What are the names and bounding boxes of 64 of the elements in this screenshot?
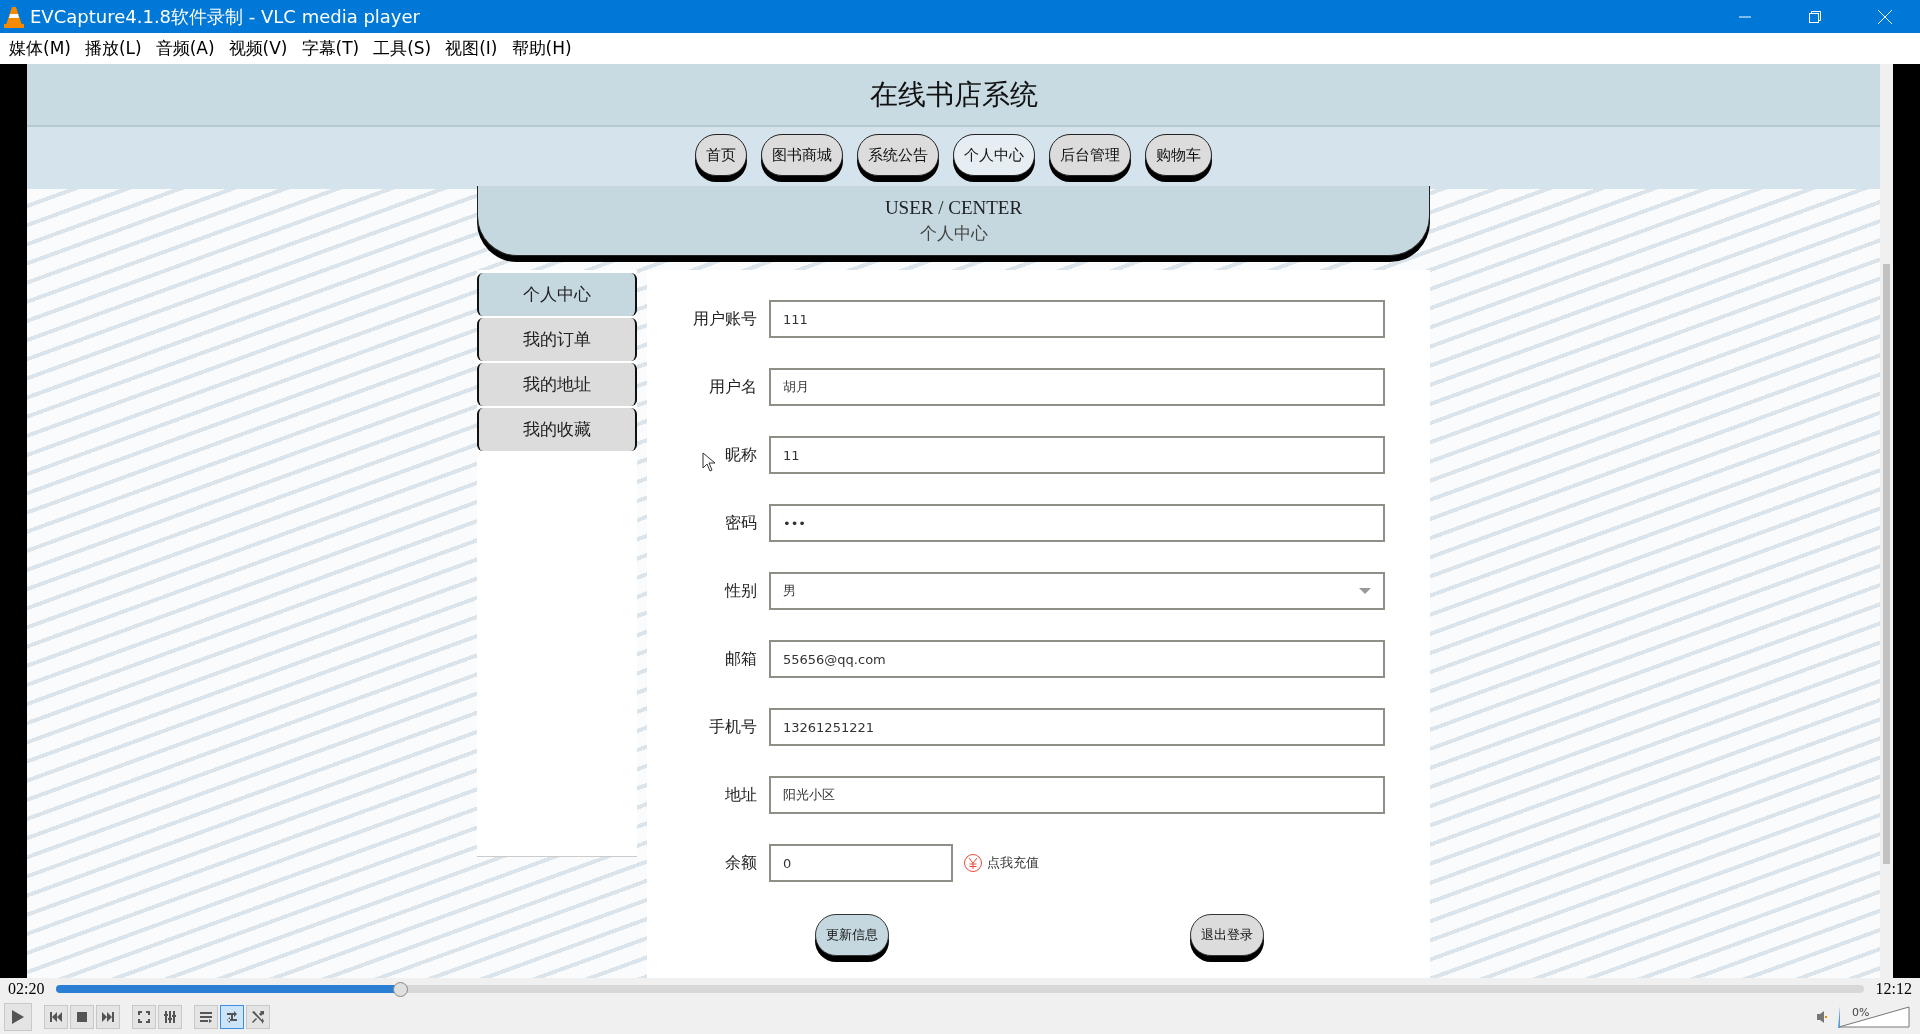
field-label: 用户账号: [693, 308, 757, 330]
menu-item[interactable]: 音频(A): [148, 37, 222, 60]
field-label: 密码: [725, 512, 757, 534]
input-field[interactable]: 胡月: [769, 368, 1385, 406]
banner-title: USER / CENTER: [884, 196, 1023, 219]
menu-item[interactable]: 帮助(H): [504, 37, 579, 60]
sidebar-item[interactable]: 我的订单: [477, 318, 637, 361]
fullscreen-icon[interactable]: [137, 1010, 151, 1024]
dropdown-arrow-icon: [1359, 587, 1371, 595]
stop-icon[interactable]: [75, 1010, 89, 1024]
yen-icon: [963, 853, 983, 873]
input-field[interactable]: 55656@qq.com: [769, 640, 1385, 678]
field-label: 手机号: [709, 716, 757, 738]
sliders-icon[interactable]: [163, 1010, 177, 1024]
window-title: EVCapture4.1.8软件录制 - VLC media player: [30, 4, 421, 29]
recharge-link[interactable]: 点我充值: [987, 854, 1039, 872]
list-icon[interactable]: [199, 1010, 213, 1024]
fullscreen-button[interactable]: [132, 1005, 156, 1029]
equalizer-button[interactable]: [158, 1005, 182, 1029]
input-field[interactable]: •••: [769, 504, 1385, 542]
traffic-cone-icon: [4, 5, 24, 28]
site-title: 在线书店系统: [869, 76, 1038, 113]
menu-item[interactable]: 媒体(M): [2, 37, 78, 60]
menu-item[interactable]: 播放(L): [77, 37, 149, 60]
menu-item[interactable]: 视图(I): [438, 37, 505, 60]
sidebar-item[interactable]: 我的收藏: [477, 408, 637, 451]
total-time: 12:12: [1875, 980, 1912, 998]
input-field[interactable]: 0: [769, 844, 953, 882]
input-field[interactable]: 11: [769, 436, 1385, 474]
field-label: 邮箱: [725, 648, 757, 670]
field-label: 昵称: [725, 444, 757, 466]
speaker-icon[interactable]: [1816, 1010, 1828, 1024]
close-icon: [1878, 9, 1892, 24]
volume-slider[interactable]: 0%: [1838, 1006, 1910, 1028]
input-field[interactable]: 111: [769, 300, 1385, 338]
select-field[interactable]: 男: [769, 572, 1385, 610]
banner-subtitle: 个人中心: [919, 221, 988, 245]
sidebar-item[interactable]: 我的地址: [477, 363, 637, 406]
menu-item[interactable]: 视频(V): [221, 37, 295, 60]
stop-button[interactable]: [70, 1005, 94, 1029]
previous-button[interactable]: [44, 1005, 68, 1029]
menu-item[interactable]: 字幕(T): [294, 37, 367, 60]
menu-item[interactable]: 工具(S): [366, 37, 439, 60]
shuffle-icon[interactable]: [251, 1010, 265, 1024]
next-button[interactable]: [96, 1005, 120, 1029]
mouse-cursor-icon: [702, 452, 716, 472]
previous-icon[interactable]: [49, 1010, 63, 1024]
play-button[interactable]: [4, 1003, 32, 1031]
play-icon: [11, 1009, 25, 1025]
shuffle-button[interactable]: [246, 1005, 270, 1029]
input-field[interactable]: 13261251221: [769, 708, 1385, 746]
next-icon[interactable]: [101, 1010, 115, 1024]
field-label: 余额: [725, 852, 757, 874]
loop-button[interactable]: [220, 1005, 244, 1029]
volume-reading: 0%: [1852, 1006, 1870, 1019]
input-field[interactable]: 阳光小区: [769, 776, 1385, 814]
loop-icon[interactable]: [225, 1010, 239, 1024]
field-label: 用户名: [709, 376, 757, 398]
field-label: 地址: [725, 784, 757, 806]
field-label: 性别: [725, 580, 757, 602]
sidebar-item[interactable]: 个人中心: [477, 273, 637, 316]
restore-icon: [1809, 10, 1821, 23]
playlist-button[interactable]: [194, 1005, 218, 1029]
elapsed-time: 02:20: [8, 980, 45, 998]
